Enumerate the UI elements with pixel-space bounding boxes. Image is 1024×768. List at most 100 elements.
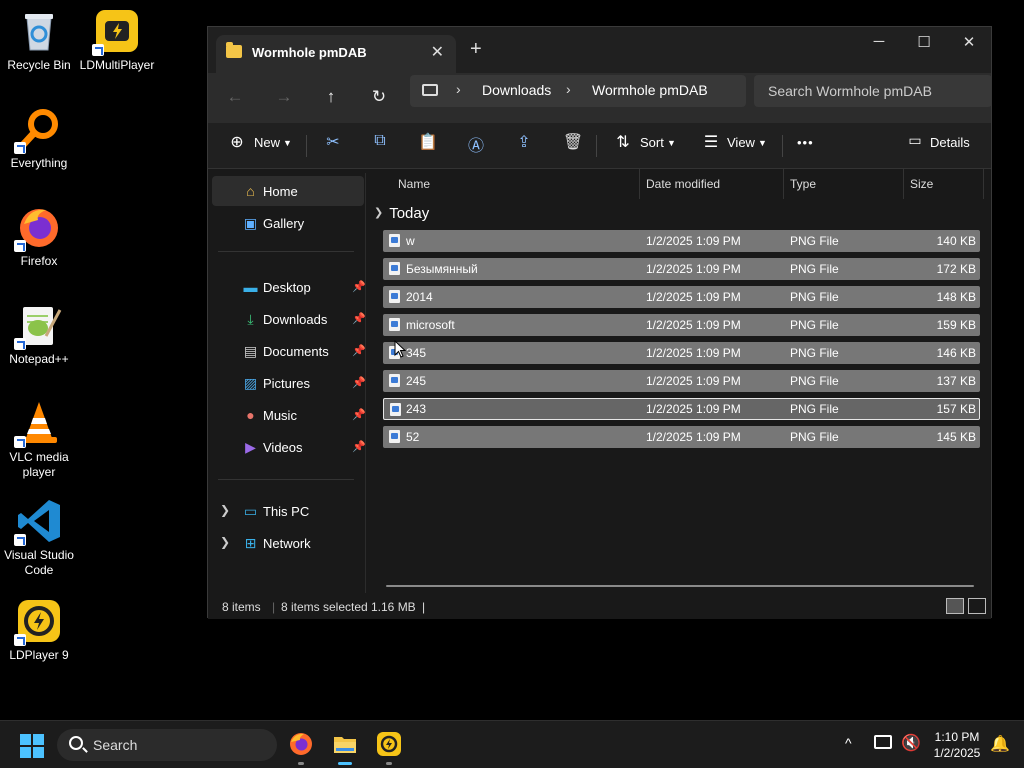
vlc-cone-icon bbox=[14, 400, 62, 448]
search-input[interactable]: Search Wormhole pmDAB bbox=[754, 75, 992, 107]
desktop-icon-vlc[interactable]: VLC media player bbox=[0, 400, 78, 480]
shortcut-arrow-icon bbox=[92, 44, 104, 56]
breadcrumb-chevron-icon[interactable]: › bbox=[456, 81, 461, 97]
details-view-button[interactable] bbox=[946, 598, 964, 614]
sidebar-item-network[interactable]: ❯ ⊞ Network bbox=[212, 528, 364, 558]
navigation-bar: ← → ↑ ↻ › Downloads › Wormhole pmDAB Sea… bbox=[208, 73, 992, 123]
tab-close-icon[interactable]: ✕ bbox=[431, 42, 444, 62]
up-button[interactable]: ↑ bbox=[319, 87, 343, 107]
back-button[interactable]: ← bbox=[223, 87, 247, 107]
expand-chevron-icon[interactable]: ❯ bbox=[220, 503, 230, 517]
running-indicator bbox=[386, 762, 392, 765]
selection-count: 8 items selected bbox=[281, 600, 368, 614]
vscode-icon bbox=[14, 498, 62, 546]
sidebar-item-desktop[interactable]: ▬ Desktop 📌 bbox=[212, 272, 366, 302]
close-button[interactable]: ✕ bbox=[949, 33, 989, 51]
file-name: microsoft bbox=[406, 318, 455, 332]
desktop-icon-vscode[interactable]: Visual Studio Code bbox=[0, 498, 78, 578]
file-size: 145 KB bbox=[936, 430, 976, 444]
file-row[interactable]: 52 1/2/2025 1:09 PM PNG File 145 KB bbox=[383, 426, 980, 448]
address-bar[interactable]: › Downloads › Wormhole pmDAB bbox=[410, 75, 746, 107]
more-options-button[interactable]: ••• bbox=[797, 135, 814, 150]
horizontal-scrollbar[interactable] bbox=[386, 585, 974, 587]
sidebar-divider bbox=[218, 251, 354, 252]
item-count: 8 items bbox=[222, 600, 261, 614]
tray-overflow-chevron-icon[interactable]: ^ bbox=[845, 735, 852, 751]
sidebar-item-home[interactable]: ⌂ Home bbox=[212, 176, 364, 206]
delete-icon[interactable]: 🗑 bbox=[562, 132, 584, 154]
new-button[interactable]: New bbox=[254, 135, 280, 150]
file-name: Безымянный bbox=[406, 262, 478, 276]
column-header-date[interactable]: Date modified bbox=[646, 169, 784, 199]
file-row[interactable]: 345 1/2/2025 1:09 PM PNG File 146 KB bbox=[383, 342, 980, 364]
volume-muted-icon[interactable]: 🔇 bbox=[901, 733, 921, 753]
windows-logo-icon bbox=[33, 747, 44, 758]
maximize-button[interactable]: ☐ bbox=[904, 33, 944, 51]
breadcrumb-wormhole[interactable]: Wormhole pmDAB bbox=[592, 82, 708, 98]
file-row[interactable]: 243 1/2/2025 1:09 PM PNG File 157 KB bbox=[383, 398, 980, 420]
start-button[interactable] bbox=[20, 734, 44, 758]
sidebar-item-music[interactable]: ● Music 📌 bbox=[212, 400, 365, 430]
music-icon: ● bbox=[246, 407, 255, 423]
file-row[interactable]: w 1/2/2025 1:09 PM PNG File 140 KB bbox=[383, 230, 980, 252]
column-header-type[interactable]: Type bbox=[790, 169, 904, 199]
new-plus-icon: ⊕ bbox=[230, 134, 244, 151]
file-type: PNG File bbox=[790, 234, 839, 248]
group-header-today[interactable]: ❯ Today bbox=[374, 205, 429, 222]
desktop-icon-firefox[interactable]: Firefox bbox=[0, 204, 78, 269]
file-row[interactable]: microsoft 1/2/2025 1:09 PM PNG File 159 … bbox=[383, 314, 980, 336]
column-header-name[interactable]: Name bbox=[398, 169, 640, 199]
sidebar-item-gallery[interactable]: ▣ Gallery bbox=[212, 208, 364, 238]
desktop-icon-recycle-bin[interactable]: Recycle Bin bbox=[0, 8, 78, 73]
notification-bell-icon[interactable]: 🔔 bbox=[990, 734, 1010, 754]
cut-icon[interactable]: ✂ bbox=[322, 132, 344, 154]
tiles-view-button[interactable] bbox=[968, 598, 986, 614]
taskbar-ldplayer[interactable] bbox=[376, 731, 402, 765]
sidebar-item-label: Gallery bbox=[263, 216, 305, 231]
desktop-icon-everything[interactable]: Everything bbox=[0, 106, 78, 171]
minimize-button[interactable]: ─ bbox=[859, 33, 899, 50]
title-bar[interactable]: Wormhole pmDAB ✕ + ─ ☐ ✕ bbox=[208, 27, 991, 73]
sidebar-item-label: This PC bbox=[263, 504, 310, 519]
file-row[interactable]: 245 1/2/2025 1:09 PM PNG File 137 KB bbox=[383, 370, 980, 392]
sidebar-item-pictures[interactable]: ▨ Pictures 📌 bbox=[212, 368, 366, 398]
file-row[interactable]: 2014 1/2/2025 1:09 PM PNG File 148 KB bbox=[383, 286, 980, 308]
new-tab-button[interactable]: + bbox=[470, 39, 482, 59]
column-header-size[interactable]: Size bbox=[910, 169, 984, 199]
sidebar-item-label: Network bbox=[263, 536, 311, 551]
sidebar-item-documents[interactable]: ▤ Documents 📌 bbox=[212, 336, 366, 366]
sidebar-item-this-pc[interactable]: ❯ ▭ This PC bbox=[212, 496, 364, 526]
desktop-icon: ▬ bbox=[243, 279, 258, 295]
forward-button[interactable]: → bbox=[272, 87, 296, 107]
clock-time: 1:10 PM bbox=[934, 730, 980, 744]
taskbar-search-input[interactable]: Search bbox=[57, 729, 277, 761]
everything-icon bbox=[14, 106, 62, 154]
copy-icon[interactable]: ⧉ bbox=[369, 132, 391, 154]
view-button[interactable]: View bbox=[727, 135, 755, 150]
breadcrumb-chevron-icon[interactable]: › bbox=[566, 81, 571, 97]
file-name: 2014 bbox=[406, 290, 433, 304]
clock[interactable]: 1:10 PM 1/2/2025 bbox=[926, 729, 988, 761]
paste-icon[interactable]: 📋 bbox=[417, 132, 439, 154]
desktop-icon-notepadpp[interactable]: Notepad++ bbox=[0, 302, 78, 367]
sort-button[interactable]: Sort bbox=[640, 135, 664, 150]
details-button[interactable]: Details bbox=[930, 135, 970, 150]
desktop-icon-ldmultiplayer[interactable]: LDMultiPlayer bbox=[78, 8, 156, 73]
tab-wormhole[interactable]: Wormhole pmDAB ✕ bbox=[216, 35, 456, 73]
desktop-icon-label: Notepad++ bbox=[9, 352, 69, 366]
taskbar-file-explorer[interactable] bbox=[332, 731, 358, 765]
network-icon[interactable] bbox=[874, 735, 892, 749]
expand-chevron-icon[interactable]: ❯ bbox=[220, 535, 230, 549]
file-type: PNG File bbox=[790, 346, 839, 360]
sidebar-item-downloads[interactable]: ⤓ Downloads 📌 bbox=[212, 304, 365, 334]
breadcrumb-downloads[interactable]: Downloads bbox=[482, 82, 551, 98]
file-row[interactable]: Безымянный 1/2/2025 1:09 PM PNG File 172… bbox=[383, 258, 980, 280]
ldplayer-icon bbox=[377, 732, 401, 756]
refresh-button[interactable]: ↻ bbox=[367, 87, 391, 107]
desktop-icon-ldplayer9[interactable]: LDPlayer 9 bbox=[0, 598, 78, 663]
rename-icon[interactable]: Ⓐ bbox=[465, 132, 487, 155]
taskbar-firefox[interactable] bbox=[288, 731, 314, 765]
sidebar-item-videos[interactable]: ▶ Videos 📌 bbox=[212, 432, 366, 462]
share-icon[interactable]: ⇪ bbox=[513, 132, 535, 154]
recycle-bin-icon bbox=[16, 8, 62, 54]
